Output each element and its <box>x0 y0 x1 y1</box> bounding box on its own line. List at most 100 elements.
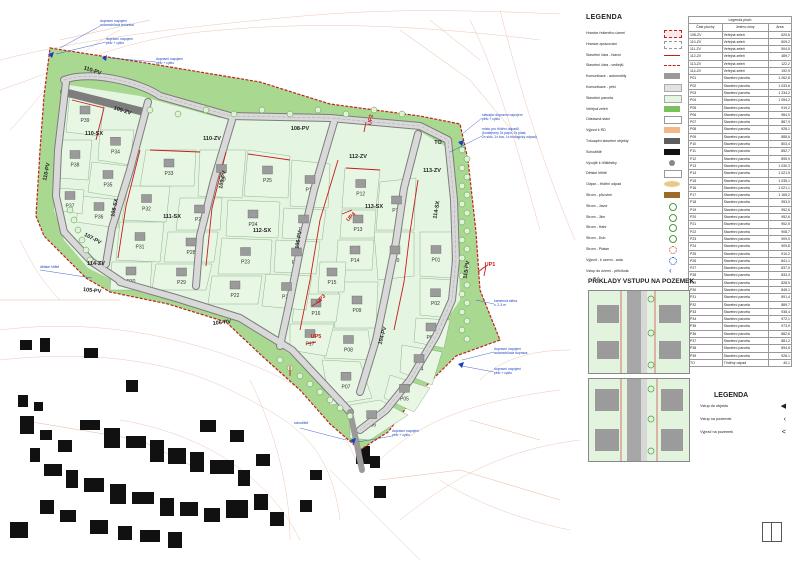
legend-item-label: Stavební čára - vedlejší <box>586 63 624 68</box>
plot-label: P05 <box>400 396 409 402</box>
legend-item-label: Vstup do území - pěší/kola <box>586 268 629 273</box>
area-cell-area: 910,2 <box>767 249 793 258</box>
area-cell-area: 952,6 <box>767 212 793 222</box>
house-footprint <box>240 247 251 256</box>
fill-green-swatch-icon <box>664 105 680 112</box>
examples-title: PŘÍKLADY VSTUPU NA POZEMEK <box>588 278 695 285</box>
area-cell-zone: Stavební parcela <box>721 205 769 215</box>
house-footprint <box>355 179 366 188</box>
circle-green-swatch-icon <box>669 224 677 233</box>
area-cell-zone: Stavební parcela <box>721 81 769 90</box>
area-cell-area: 1 033,6 <box>767 81 793 90</box>
area-cell-zone: Veřejná zeleň <box>721 30 769 39</box>
fill-gray-swatch-icon <box>664 73 680 80</box>
fill-darkgray-swatch-icon <box>664 138 680 144</box>
tree-icon <box>458 308 466 316</box>
area-cell-part: P30 <box>688 285 723 295</box>
area-cell-zone: Stavební parcela <box>721 110 769 120</box>
legend-item-label: Strom - Platan <box>586 247 609 251</box>
tree-icon <box>458 182 466 190</box>
area-cell-part: P17 <box>688 191 723 200</box>
tree-icon <box>202 106 210 114</box>
area-cell-zone: Veřejná zeleň <box>721 37 769 47</box>
area-cell-zone: Stavební parcela <box>721 88 769 98</box>
house-footprint <box>194 204 205 214</box>
plot-label: P13 <box>354 227 363 233</box>
street-label: 114-ZV <box>87 261 105 267</box>
area-cell-part: P23 <box>688 234 723 244</box>
entrance-legend-title: LEGENDA <box>714 392 749 399</box>
legend-item: Strom - Habr <box>586 222 664 232</box>
area-cell-part: P25 <box>688 249 723 258</box>
house-footprint <box>229 280 241 290</box>
area-cell-area: 40,1 <box>767 358 793 368</box>
map-annotation: schodiště <box>294 421 308 425</box>
table-row: P32 Stavební parcela 889,7 <box>688 300 793 309</box>
area-cell-part: P36 <box>688 329 723 339</box>
tree-icon <box>370 106 378 114</box>
tree-icon <box>74 226 82 234</box>
house-footprint <box>247 209 259 219</box>
line-red-swatch-icon <box>664 54 680 56</box>
table-row: 113-ZV Veřejná zeleň 122,2 <box>688 59 793 69</box>
table-row: P08 Stavební parcela 928,1 <box>688 125 793 134</box>
tree-icon <box>146 106 154 114</box>
chevron-icon: ‹ <box>783 416 786 423</box>
area-cell-part: P12 <box>688 154 723 163</box>
house-footprint <box>304 175 316 184</box>
area-cell-zone: Stavební parcela <box>721 132 769 142</box>
area-cell-zone: Stavební parcela <box>721 183 769 193</box>
example-2-graphic <box>589 379 689 461</box>
tree-icon <box>458 326 466 334</box>
tree-icon <box>276 356 284 364</box>
area-cell-part: P01 <box>688 74 723 83</box>
area-cell-area: 803,4 <box>767 140 793 149</box>
area-cell-zone: Stavební parcela <box>721 315 769 324</box>
legend-item: Odpar. - třídění odpad <box>586 179 664 189</box>
area-cell-area: 828,9 <box>767 278 793 288</box>
house-footprint <box>134 232 146 241</box>
house-footprint <box>391 195 402 205</box>
tree-icon <box>463 191 471 199</box>
area-cell-area: 845,1 <box>767 285 793 295</box>
table-row: P23 Stavební parcela 909,0 <box>688 234 793 244</box>
fill-white-swatch-icon <box>664 116 682 125</box>
plot-label: P38 <box>71 163 80 169</box>
entrance-legend-label: Výjezd na pozemek <box>700 430 734 434</box>
plot-label: P01 <box>432 258 441 264</box>
fill-light-swatch-icon <box>664 84 682 92</box>
house-footprint <box>349 245 361 255</box>
area-cell-area: 1 262,8 <box>767 74 793 83</box>
legend-item-label: Vývojtě k hřištěstky <box>586 160 617 165</box>
area-cell-part: P31 <box>688 293 723 302</box>
house-footprint <box>281 282 292 291</box>
example-drawing-2 <box>588 378 690 462</box>
area-cell-area: 1 054,2 <box>767 96 793 105</box>
area-cell-area: 882,6 <box>767 329 793 339</box>
area-cell-area: 973,9 <box>767 322 793 331</box>
table-row: 110-ZV Veřejná zeleň 609,2 <box>688 37 793 47</box>
area-cell-part: P09 <box>688 132 723 142</box>
table-row: TO Tříděný odpad 40,1 <box>688 358 793 368</box>
area-cell-part: TO <box>688 358 723 368</box>
plot-p22 <box>207 275 263 305</box>
house-footprint <box>110 137 121 146</box>
tree-icon <box>286 110 294 118</box>
tree-icon <box>458 200 466 208</box>
street-label: 112-ZV <box>349 154 367 160</box>
area-cell-area: 938,4 <box>767 307 793 317</box>
legend-item-label: Komunikace - automobily <box>586 74 627 79</box>
table-row: P28 Stavební parcela 833,3 <box>688 271 793 280</box>
legend-item-label: Výjezd k RD <box>586 128 606 133</box>
area-cell-area: 1 165,2 <box>767 191 793 200</box>
plot-p31 <box>115 221 165 263</box>
table-row: 112-ZV Veřejná zeleň 489,7 <box>688 52 793 61</box>
house-footprint <box>163 158 175 168</box>
table-row: P14 Stavební parcela 1 021,5 <box>688 169 793 178</box>
table-row: P01 Stavební parcela 1 262,8 <box>688 74 793 83</box>
legend-item: Vstup do území - pěší/kola <box>586 266 664 276</box>
table-row: P06 Stavební parcela 984,0 <box>688 110 793 120</box>
area-cell-part: 111-ZV <box>688 45 723 54</box>
circle-gray-swatch-icon <box>669 159 675 166</box>
table-row: P24 Stavební parcela 909,8 <box>688 242 793 251</box>
